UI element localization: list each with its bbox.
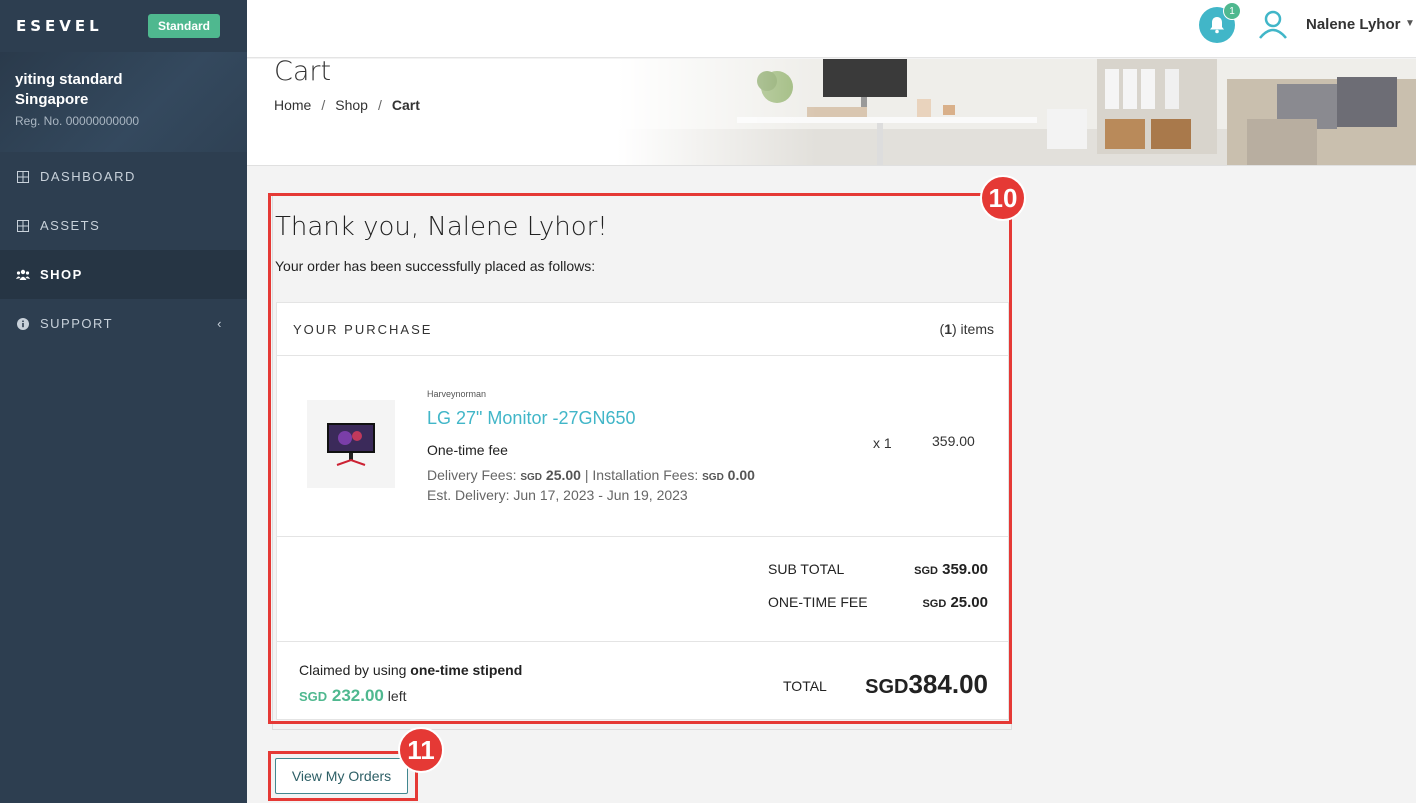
- breadcrumb-home[interactable]: Home: [274, 97, 311, 113]
- annotation-marker-11: 11: [398, 727, 444, 773]
- annotation-marker-10: 10: [980, 175, 1026, 221]
- user-avatar-icon[interactable]: [1257, 8, 1289, 40]
- sidebar-item-support[interactable]: SUPPORT ‹: [0, 299, 247, 348]
- annotation-highlight-box: [268, 751, 418, 801]
- company-reg-no: Reg. No. 00000000000: [15, 114, 140, 128]
- header-banner-image: [617, 59, 1416, 165]
- brand-logo[interactable]: ESEVEL: [16, 17, 103, 35]
- sidebar-item-label: SUPPORT: [40, 316, 114, 331]
- caret-down-icon[interactable]: ▼: [1405, 18, 1415, 29]
- breadcrumb-separator: /: [377, 97, 382, 113]
- sidebar-item-label: DASHBOARD: [40, 169, 136, 184]
- sidebar: ESEVEL Standard yiting standard Singapor…: [0, 0, 247, 803]
- sidebar-item-label: SHOP: [40, 267, 83, 282]
- sidebar-item-assets[interactable]: ASSETS: [0, 201, 247, 250]
- annotation-highlight-box: [268, 193, 1012, 724]
- notification-count-badge: 1: [1223, 2, 1241, 20]
- bell-icon: [1210, 17, 1224, 34]
- breadcrumb-separator: /: [321, 97, 326, 113]
- breadcrumb-current: Cart: [391, 97, 420, 113]
- company-info: yiting standard Singapore Reg. No. 00000…: [0, 52, 247, 152]
- page-title: Cart: [274, 59, 332, 87]
- brand-row: ESEVEL Standard: [0, 0, 247, 52]
- breadcrumb-shop[interactable]: Shop: [335, 97, 368, 113]
- grid-icon: [16, 219, 30, 233]
- user-name[interactable]: Nalene Lyhor: [1306, 16, 1400, 33]
- company-name: yiting standard: [15, 71, 123, 88]
- sidebar-item-dashboard[interactable]: DASHBOARD: [0, 152, 247, 201]
- sidebar-item-shop[interactable]: SHOP: [0, 250, 247, 299]
- info-icon: [16, 317, 30, 331]
- breadcrumb: Home / Shop / Cart: [274, 97, 420, 113]
- users-icon: [16, 268, 30, 282]
- page-header: Cart Home / Shop / Cart: [247, 59, 1416, 166]
- topbar: 1 Nalene Lyhor ▼: [247, 0, 1416, 58]
- sidebar-item-label: ASSETS: [40, 218, 101, 233]
- plan-badge: Standard: [147, 14, 220, 38]
- company-country: Singapore: [15, 91, 89, 108]
- grid-icon: [16, 170, 30, 184]
- chevron-left-icon[interactable]: ‹: [217, 316, 223, 331]
